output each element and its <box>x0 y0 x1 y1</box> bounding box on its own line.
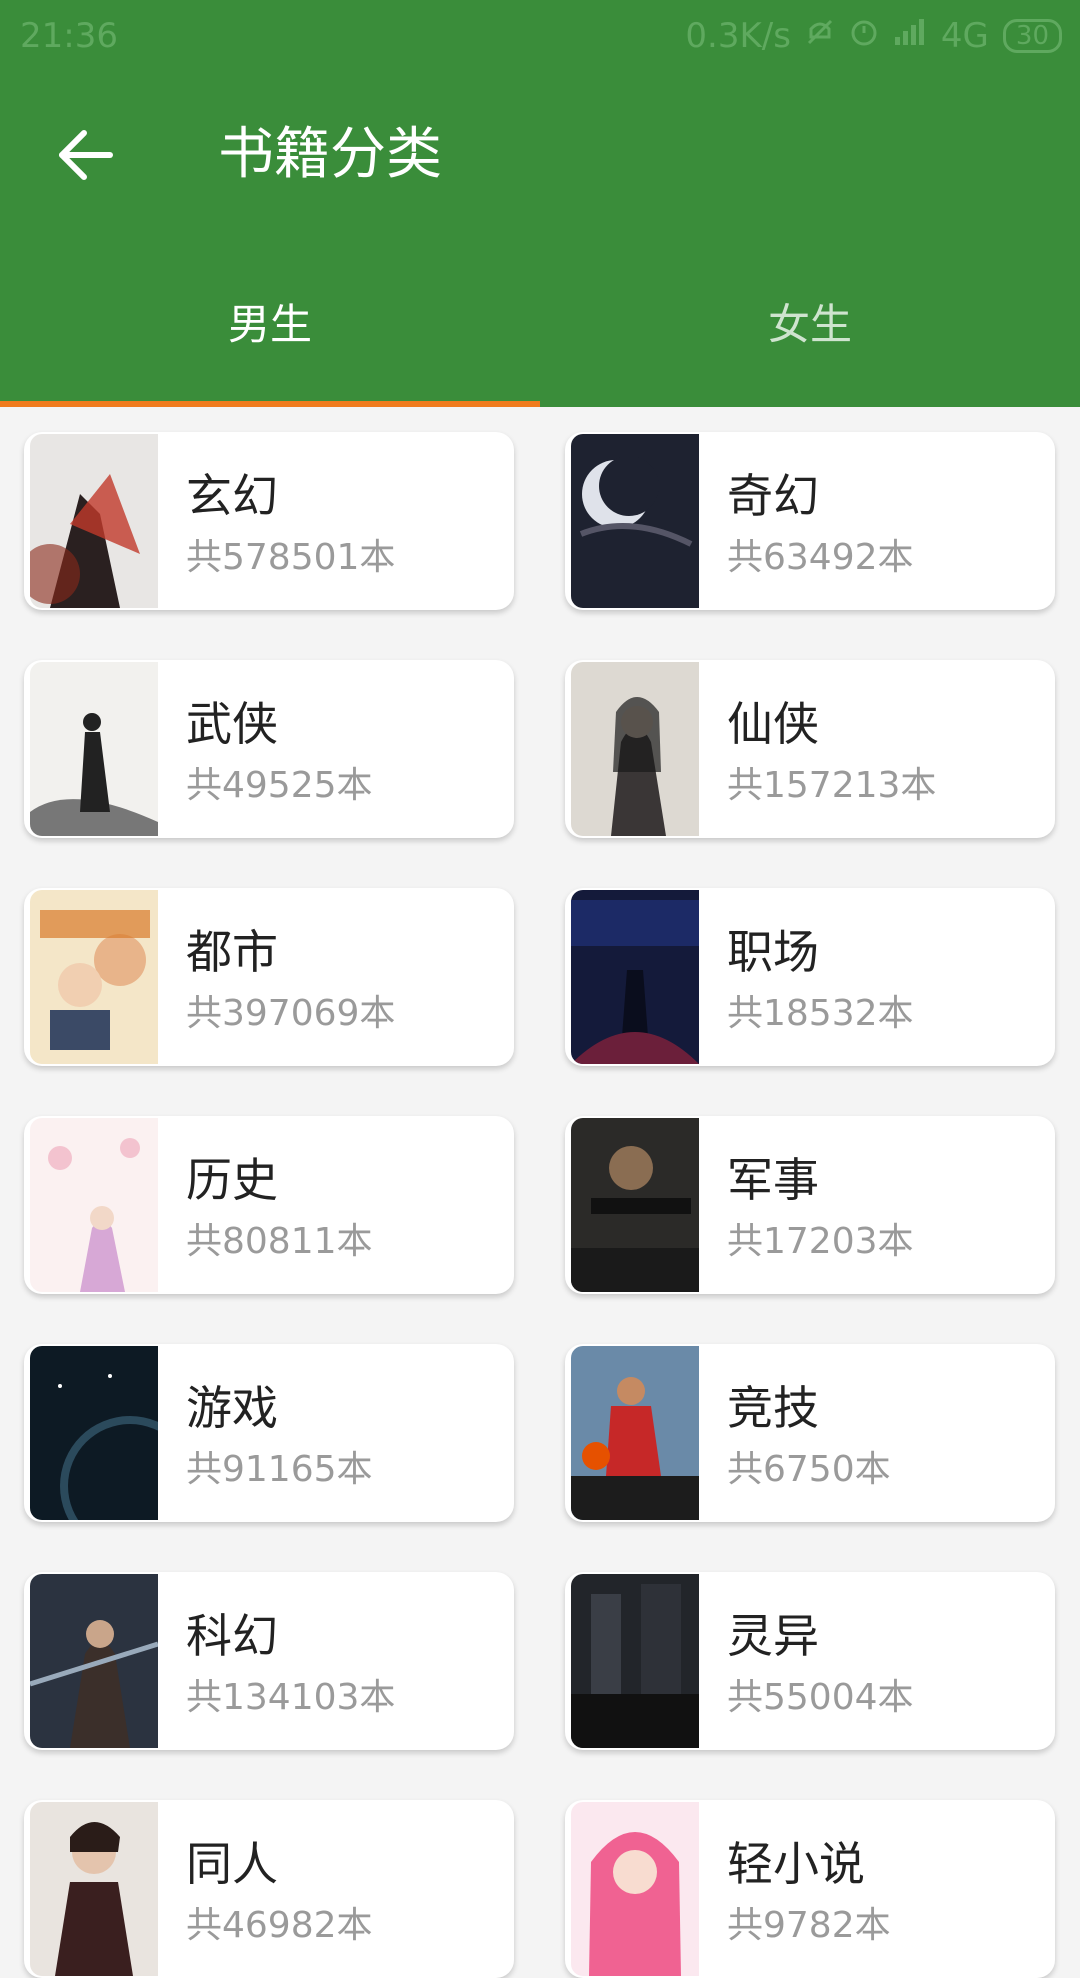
category-count: 共17203本 <box>727 1221 914 1262</box>
category-name: 游戏 <box>186 1381 278 1435</box>
category-card-zhichang[interactable]: 职场 共18532本 <box>565 888 1055 1066</box>
category-name: 奇幻 <box>727 469 819 523</box>
book-cover <box>30 434 158 608</box>
book-cover <box>571 890 699 1064</box>
category-count: 共49525本 <box>186 765 373 806</box>
mute-icon <box>805 16 835 56</box>
category-name: 军事 <box>727 1153 819 1207</box>
book-cover <box>30 890 158 1064</box>
category-count: 共18532本 <box>727 993 914 1034</box>
category-card-jingji[interactable]: 竞技 共6750本 <box>565 1344 1055 1522</box>
book-cover <box>30 1346 158 1520</box>
category-card-qihuan[interactable]: 奇幻 共63492本 <box>565 432 1055 610</box>
category-count: 共157213本 <box>727 765 937 806</box>
category-card-youxi[interactable]: 游戏 共91165本 <box>24 1344 514 1522</box>
category-card-lingyi[interactable]: 灵异 共55004本 <box>565 1572 1055 1750</box>
book-cover <box>571 662 699 836</box>
network-type: 4G <box>940 16 989 56</box>
book-cover <box>30 662 158 836</box>
category-card-tongren[interactable]: 同人 共46982本 <box>24 1800 514 1978</box>
category-name: 同人 <box>186 1837 278 1891</box>
page-title: 书籍分类 <box>218 122 442 187</box>
back-button[interactable] <box>52 120 122 190</box>
tab-indicator <box>0 401 540 407</box>
status-time: 21:36 <box>20 16 118 56</box>
category-card-qingxiaoshuo[interactable]: 轻小说 共9782本 <box>565 1800 1055 1978</box>
category-name: 职场 <box>727 925 819 979</box>
category-name: 科幻 <box>186 1609 278 1663</box>
book-cover <box>30 1574 158 1748</box>
app-bar: 21:36 0.3K/s 4G 30 书籍分类 男生 女生 <box>0 0 1080 407</box>
category-count: 共55004本 <box>727 1677 914 1718</box>
category-name: 都市 <box>186 925 278 979</box>
tab-bar: 男生 女生 <box>0 270 1080 407</box>
category-card-kehuan[interactable]: 科幻 共134103本 <box>24 1572 514 1750</box>
book-cover <box>30 1118 158 1292</box>
category-count: 共9782本 <box>727 1905 891 1946</box>
category-name: 仙侠 <box>727 697 819 751</box>
category-card-xuanhuan[interactable]: 玄幻 共578501本 <box>24 432 514 610</box>
category-name: 灵异 <box>727 1609 819 1663</box>
category-card-dushi[interactable]: 都市 共397069本 <box>24 888 514 1066</box>
category-count: 共6750本 <box>727 1449 891 1490</box>
arrow-left-icon <box>59 130 113 180</box>
status-bar: 21:36 0.3K/s 4G 30 <box>0 0 1080 72</box>
book-cover <box>571 1802 699 1976</box>
category-card-lishi[interactable]: 历史 共80811本 <box>24 1116 514 1294</box>
tab-female-label: 女生 <box>767 300 852 349</box>
category-count: 共578501本 <box>186 537 396 578</box>
category-count: 共63492本 <box>727 537 914 578</box>
battery-icon: 30 <box>1002 19 1062 53</box>
book-cover <box>571 1346 699 1520</box>
category-name: 玄幻 <box>186 469 278 523</box>
category-name: 武侠 <box>186 697 278 751</box>
tab-female[interactable]: 女生 <box>540 270 1080 407</box>
category-card-wuxia[interactable]: 武侠 共49525本 <box>24 660 514 838</box>
category-count: 共80811本 <box>186 1221 373 1262</box>
category-count: 共91165本 <box>186 1449 373 1490</box>
tab-male[interactable]: 男生 <box>0 270 540 407</box>
category-name: 竞技 <box>727 1381 819 1435</box>
tab-male-label: 男生 <box>227 300 312 349</box>
toolbar: 书籍分类 <box>0 92 1080 222</box>
alarm-icon <box>849 16 879 56</box>
signal-icon <box>893 16 927 56</box>
book-cover <box>30 1802 158 1976</box>
category-name: 轻小说 <box>727 1837 865 1891</box>
book-cover <box>571 1574 699 1748</box>
book-cover <box>571 1118 699 1292</box>
category-count: 共134103本 <box>186 1677 396 1718</box>
category-name: 历史 <box>186 1153 278 1207</box>
category-card-xianxia[interactable]: 仙侠 共157213本 <box>565 660 1055 838</box>
category-count: 共46982本 <box>186 1905 373 1946</box>
book-cover <box>571 434 699 608</box>
net-speed: 0.3K/s <box>685 16 791 56</box>
category-card-junshi[interactable]: 军事 共17203本 <box>565 1116 1055 1294</box>
status-icons: 0.3K/s 4G 30 <box>685 16 1062 56</box>
category-count: 共397069本 <box>186 993 396 1034</box>
